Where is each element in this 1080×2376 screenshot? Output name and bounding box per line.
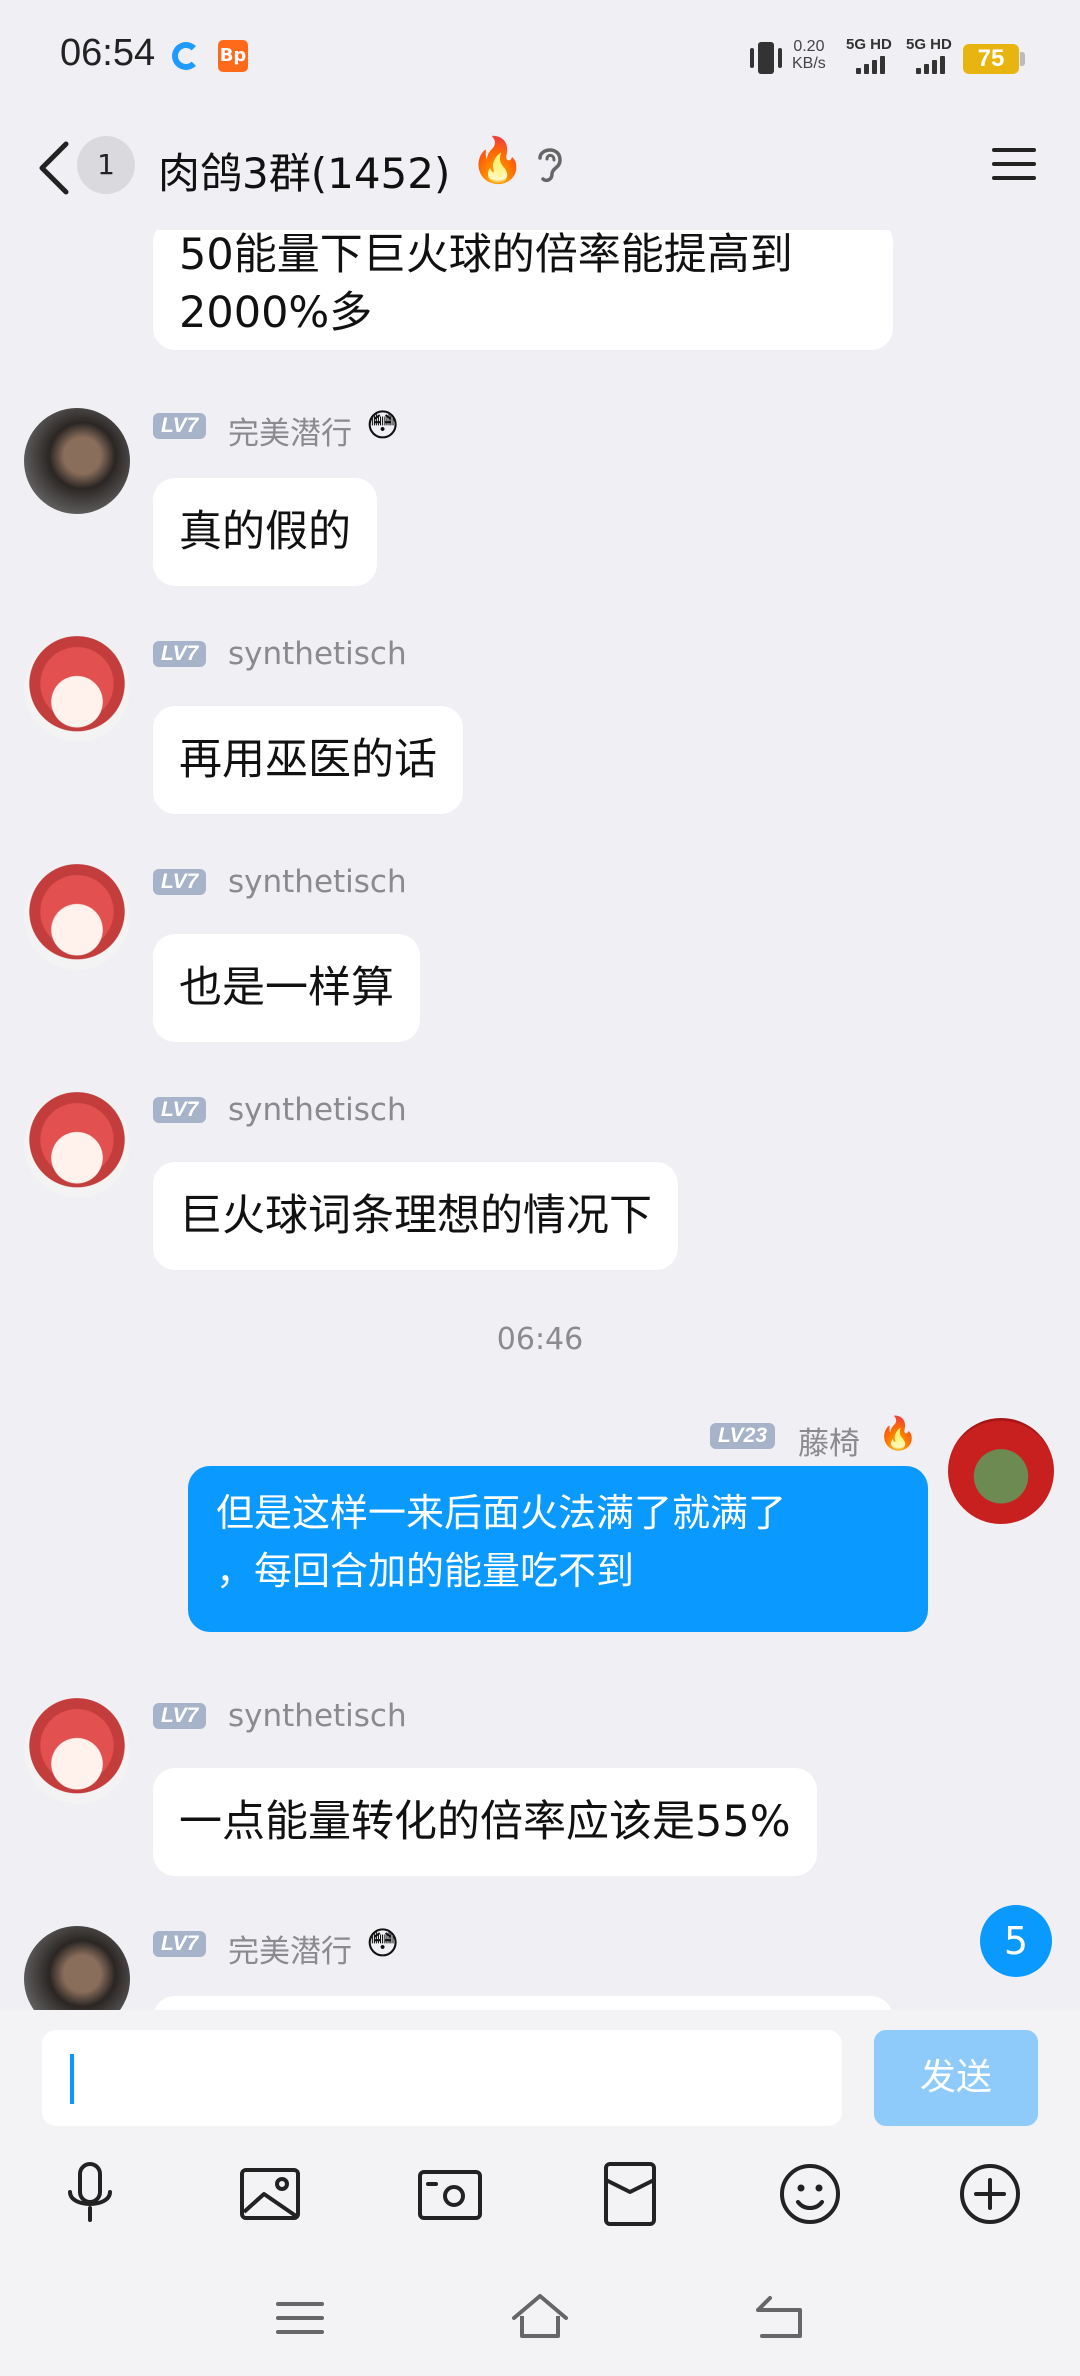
plus-icon[interactable] <box>954 2158 1026 2230</box>
browser-notification-icon <box>172 42 200 70</box>
level-badge: LV23 <box>710 1423 776 1449</box>
chat-message-list[interactable]: 50能量下巨火球的倍率能提高到 2000%多 LV7 完美潜行 😳 真的假的 L… <box>0 230 1080 2010</box>
message-bubble[interactable]: 再用巫医的话 <box>153 706 463 814</box>
avatar[interactable] <box>24 636 130 742</box>
camera-icon[interactable] <box>414 2158 486 2230</box>
avatar[interactable] <box>24 1092 130 1198</box>
text-caret <box>70 2054 74 2104</box>
emoji-icon[interactable] <box>774 2158 846 2230</box>
status-time: 06:54 <box>60 32 156 74</box>
network-speed: 0.20 KB/s <box>792 38 826 72</box>
message-bubble[interactable]: 真的假的 <box>153 478 377 586</box>
unread-count-badge[interactable]: 1 <box>77 136 135 194</box>
message-bubble[interactable]: 但是这样一来后面火法满了就满了 ，每回合加的能量吃不到 <box>188 1466 928 1632</box>
avatar[interactable] <box>24 864 130 970</box>
avatar[interactable] <box>24 408 130 514</box>
message-bubble[interactable]: 一点能量转化的倍率应该是55% <box>153 1768 817 1876</box>
network-type-2: 5G HD <box>906 36 952 53</box>
sender-name[interactable]: synthetisch <box>228 636 407 672</box>
message-input[interactable] <box>42 2030 842 2126</box>
sender-name[interactable]: synthetisch <box>228 1698 407 1734</box>
sender-name[interactable]: synthetisch <box>228 864 407 900</box>
home-icon[interactable] <box>508 2286 572 2350</box>
message-bubble[interactable]: 巨火球词条理想的情况下 <box>153 1162 678 1270</box>
message-bubble[interactable]: 50能量下巨火球的倍率能提高到 2000%多 <box>153 230 893 350</box>
fire-icon: 🔥 <box>878 1414 918 1452</box>
title-emoji-icon: 😳 <box>366 406 400 444</box>
message-bubble[interactable] <box>153 1996 893 2010</box>
send-button[interactable]: 发送 <box>874 2030 1038 2126</box>
microphone-icon[interactable] <box>54 2158 126 2230</box>
ear-icon[interactable] <box>532 142 568 186</box>
sender-name[interactable]: 藤椅 <box>798 1418 860 1463</box>
network-type-1: 5G HD <box>846 36 892 53</box>
speed-value: 0.20 <box>793 38 825 55</box>
level-badge: LV7 <box>153 1703 207 1729</box>
menu-icon[interactable] <box>990 140 1038 188</box>
recent-apps-icon[interactable] <box>268 2286 332 2350</box>
message-timestamp: 06:46 <box>496 1322 584 1357</box>
message-text-line: ，每回合加的能量吃不到 <box>216 1549 635 1593</box>
sender-name[interactable]: 完美潜行 <box>228 408 352 453</box>
sender-name[interactable]: synthetisch <box>228 1092 407 1128</box>
level-badge: LV7 <box>153 869 207 895</box>
level-badge: LV7 <box>153 413 207 439</box>
composer-toolbar <box>0 2136 1080 2266</box>
message-text-line: 2000%多 <box>179 288 373 338</box>
back-icon[interactable] <box>748 2286 812 2350</box>
avatar[interactable] <box>24 1926 130 2010</box>
level-badge: LV7 <box>153 1097 207 1123</box>
message-bubble[interactable]: 也是一样算 <box>153 934 420 1042</box>
speed-unit: KB/s <box>792 55 826 72</box>
group-title[interactable]: 肉鸽3群(1452) <box>158 140 450 201</box>
image-icon[interactable] <box>234 2158 306 2230</box>
app-notification-icon: Bp <box>218 40 248 72</box>
red-packet-icon[interactable] <box>594 2158 666 2230</box>
sender-name[interactable]: 完美潜行 <box>228 1926 352 1971</box>
battery-tip <box>1020 52 1025 66</box>
level-badge: LV7 <box>153 641 207 667</box>
composer: 发送 <box>0 2010 1080 2136</box>
avatar[interactable] <box>948 1418 1054 1524</box>
battery-level: 75 <box>963 44 1019 74</box>
status-bar: 06:54 Bp 0.20 KB/s 5G HD 5G HD 75 <box>0 0 1080 110</box>
fire-icon: 🔥 <box>470 135 525 186</box>
vibrate-icon <box>750 42 782 74</box>
back-arrow-icon[interactable] <box>30 138 80 198</box>
avatar[interactable] <box>24 1698 130 1804</box>
message-text-line: 50能量下巨火球的倍率能提高到 <box>179 230 793 280</box>
new-messages-badge[interactable]: 5 <box>980 1905 1052 1977</box>
level-badge: LV7 <box>153 1931 207 1957</box>
message-text-line: 但是这样一来后面火法满了就满了 <box>216 1491 787 1535</box>
title-emoji-icon: 😳 <box>366 1924 400 1962</box>
system-navigation-bar <box>0 2266 1080 2376</box>
